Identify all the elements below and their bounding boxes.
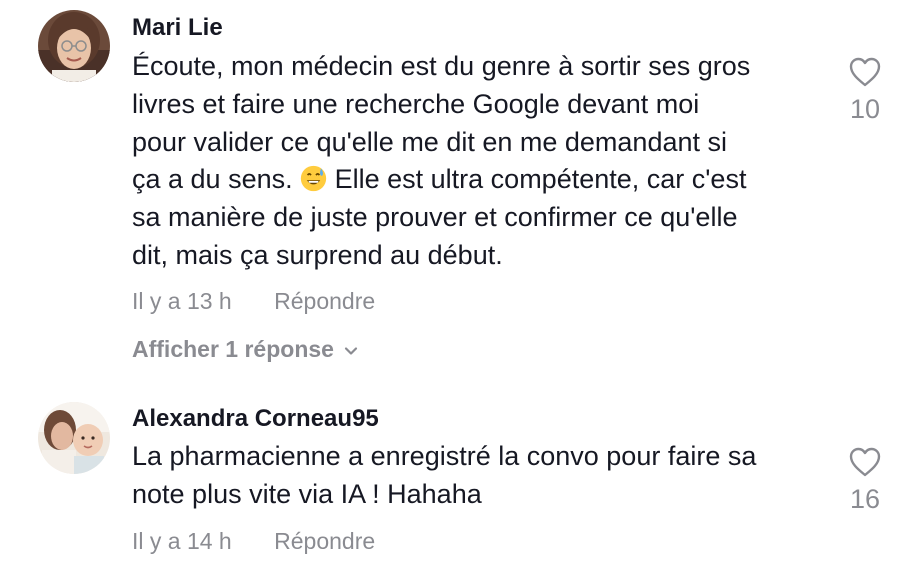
comment-item: Mari Lie Écoute, mon médecin est du genr…	[0, 0, 912, 380]
comment-username[interactable]: Mari Lie	[132, 14, 223, 42]
comment-item: Alexandra Corneau95 La pharmacienne a en…	[0, 390, 912, 564]
like-button[interactable]: 16	[840, 446, 890, 515]
comment-text-line: La pharmacienne a enregistré la convo po…	[132, 441, 757, 471]
comment-timestamp: Il y a 14 h	[132, 528, 232, 554]
view-replies-button[interactable]: Afficher 1 réponse	[132, 336, 360, 363]
avatar[interactable]	[38, 10, 110, 82]
comment-meta: Il y a 13 h Répondre	[132, 288, 375, 315]
comment-meta: Il y a 14 h Répondre	[132, 528, 375, 555]
avatar[interactable]	[38, 402, 110, 474]
comment-text-line: ça a du sens. Elle est ultra compétente,…	[132, 161, 822, 199]
view-replies-label: Afficher 1 réponse	[132, 336, 334, 362]
comment-timestamp: Il y a 13 h	[132, 288, 232, 314]
comment-text-line: note plus vite via IA ! Hahaha	[132, 478, 482, 509]
comment-text-line: Écoute, mon médecin est du genre à sorti…	[132, 51, 751, 81]
comment-text: Écoute, mon médecin est du genre à sorti…	[132, 48, 822, 275]
heart-icon	[849, 57, 881, 87]
like-count: 16	[849, 484, 881, 514]
like-button[interactable]: 10	[840, 56, 890, 125]
comment-username[interactable]: Alexandra Corneau95	[132, 405, 379, 433]
comment-text-segment: ça a du sens.	[132, 164, 301, 195]
chevron-down-icon	[344, 347, 358, 355]
comment-text-line: livres et faire une recherche Google dev…	[132, 88, 700, 119]
comment-text-line: dit, mais ça surprend au début.	[132, 239, 503, 270]
comment-text-segment: Elle est ultra compétente, car c'est	[327, 164, 747, 195]
comment-text-line: pour valider ce qu'elle me dit en me dem…	[132, 126, 727, 157]
comment-text: La pharmacienne a enregistré la convo po…	[132, 438, 822, 514]
reply-button[interactable]: Répondre	[274, 288, 375, 315]
grinning-sweat-emoji-icon	[300, 166, 327, 192]
comment-text-line: sa manière de juste prouver et confirmer…	[132, 202, 738, 233]
reply-button[interactable]: Répondre	[274, 528, 375, 555]
heart-icon	[849, 447, 881, 477]
like-count: 10	[849, 94, 881, 124]
